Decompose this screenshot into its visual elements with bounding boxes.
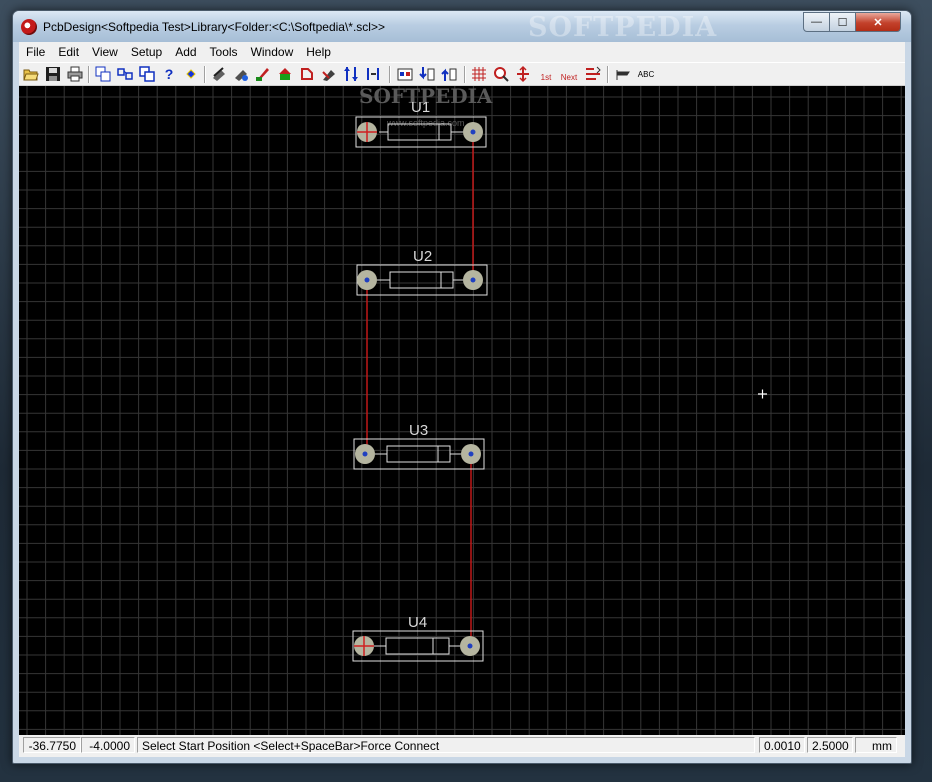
component-label: U3 [409, 422, 428, 439]
menu-tools[interactable]: Tools [203, 42, 244, 62]
component-u4[interactable]: U4 [352, 614, 484, 662]
clear-icon[interactable] [585, 66, 601, 82]
toolbar-separator [607, 66, 609, 83]
pcb-canvas[interactable]: SOFTPEDIA www.softpedia.com U1 U2 U3 U4 [19, 86, 905, 735]
swap-icon[interactable] [343, 66, 359, 82]
menu-window[interactable]: Window [244, 42, 300, 62]
status-units: mm [855, 737, 897, 753]
tag-icon[interactable] [615, 66, 631, 82]
flip-icon[interactable] [321, 66, 337, 82]
close-button[interactable]: ✕ [855, 12, 901, 32]
toolbar-separator [464, 66, 466, 83]
import-icon[interactable] [419, 66, 435, 82]
open-icon[interactable] [23, 66, 39, 82]
window-title: PcbDesign<Softpedia Test>Library<Folder:… [43, 20, 385, 34]
app-logo-icon[interactable] [21, 19, 37, 35]
copy-icon[interactable] [95, 66, 111, 82]
canvas-grid [19, 86, 905, 735]
minimize-button[interactable]: — [803, 12, 830, 32]
menu-add[interactable]: Add [168, 42, 202, 62]
component-label: U2 [413, 248, 432, 265]
diamond-icon[interactable] [183, 66, 199, 82]
component-u2[interactable]: U2 [356, 248, 488, 296]
menu-bar: File Edit View Setup Add Tools Window He… [19, 42, 905, 62]
print-icon[interactable] [67, 66, 83, 82]
status-grid-size: 2.5000 [807, 737, 853, 753]
status-y-coordinate: -4.0000 [81, 737, 135, 753]
status-x-coordinate: -36.7750 [23, 737, 81, 753]
maximize-button[interactable]: ☐ [829, 12, 856, 32]
text-tool-icon[interactable]: ABC [635, 66, 657, 82]
component-label: U4 [408, 614, 427, 631]
status-resolution: 0.0010 [759, 737, 805, 753]
component-body [386, 445, 451, 463]
menu-view[interactable]: View [85, 42, 124, 62]
app-window: PcbDesign<Softpedia Test>Library<Folder:… [12, 10, 912, 764]
paste-icon[interactable] [117, 66, 133, 82]
title-watermark: SOFTPEDIA [528, 12, 718, 43]
zoom-icon[interactable] [493, 66, 509, 82]
menu-setup[interactable]: Setup [124, 42, 168, 62]
grid-icon[interactable] [471, 66, 487, 82]
pcb-drawing: SOFTPEDIA www.softpedia.com U1 U2 U3 U4 [19, 86, 905, 735]
component-label: U1 [411, 99, 430, 116]
measure-icon[interactable] [515, 65, 531, 83]
duplicate-icon[interactable] [139, 66, 155, 82]
toolbar-separator [389, 66, 391, 83]
route-icon[interactable] [211, 66, 227, 82]
save-icon[interactable] [45, 66, 61, 82]
status-message: Select Start Position <Select+SpaceBar>F… [137, 737, 755, 753]
status-bar: -36.7750 -4.0000 Select Start Position <… [19, 735, 905, 757]
crosshair-cursor-icon [758, 389, 767, 399]
netlist-icon[interactable] [397, 66, 413, 82]
toolbar-separator [204, 66, 206, 83]
help-icon[interactable]: ? [161, 66, 177, 82]
menu-edit[interactable]: Edit [51, 42, 85, 62]
title-bar[interactable]: PcbDesign<Softpedia Test>Library<Folder:… [13, 11, 911, 43]
drc-icon[interactable] [277, 66, 293, 82]
canvas-watermark-url: www.softpedia.com [386, 118, 465, 128]
menu-file[interactable]: File [19, 42, 51, 62]
check-next-icon[interactable]: Next [559, 66, 579, 82]
toolbar-separator [88, 66, 90, 83]
check-1st-icon[interactable]: 1st [537, 66, 555, 82]
toolbar: ? 1st Next ABC [19, 62, 905, 86]
component-u3[interactable]: U3 [353, 422, 485, 470]
export-icon[interactable] [441, 66, 457, 82]
mirror-icon[interactable] [365, 66, 381, 82]
rotate-icon[interactable] [299, 66, 315, 82]
menu-help[interactable]: Help [299, 42, 337, 62]
pen-icon[interactable] [255, 66, 271, 82]
unroute-icon[interactable] [233, 66, 249, 82]
